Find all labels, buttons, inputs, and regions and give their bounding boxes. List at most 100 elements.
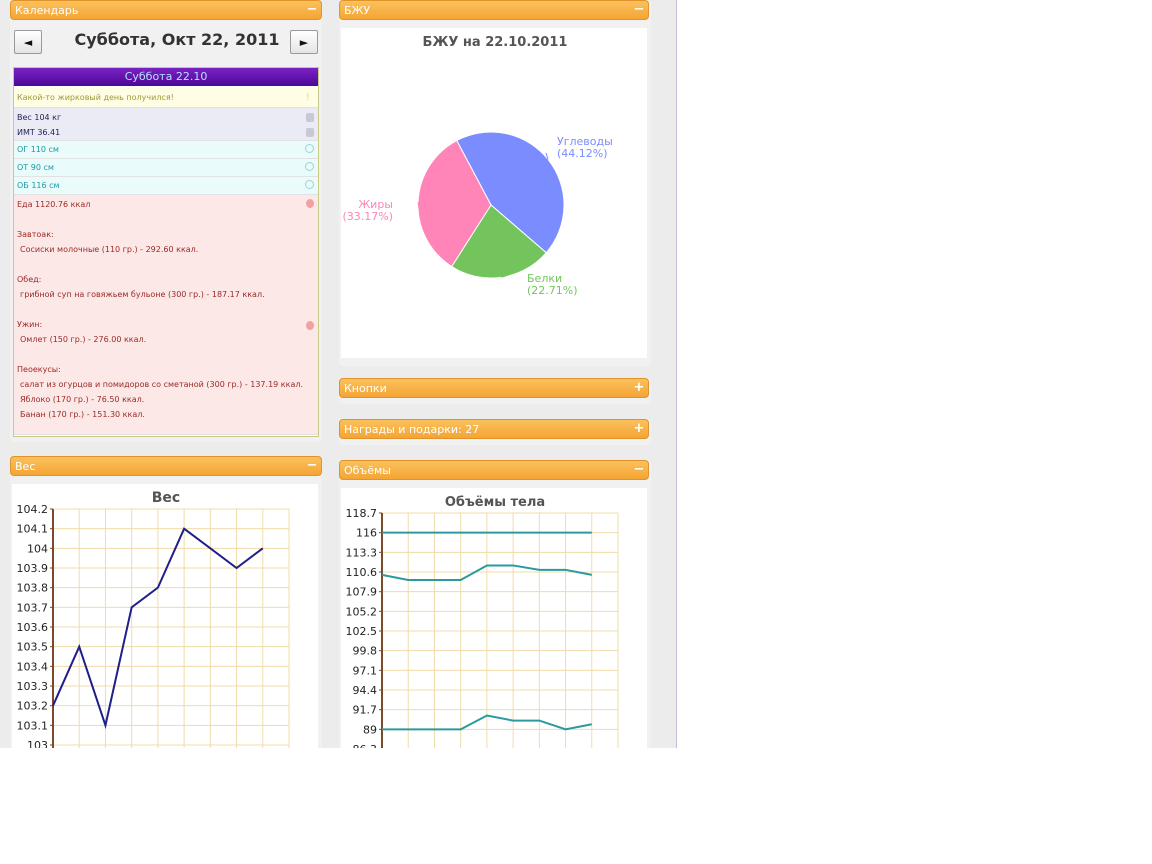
chart-grid	[381, 512, 619, 748]
awards-header-title: Награды и подарки: 27	[344, 423, 480, 436]
y-tick-label: 103.8	[17, 582, 49, 595]
y-tick-label: 103.4	[17, 660, 49, 673]
tape-icon	[305, 180, 314, 189]
scale-icon	[306, 128, 314, 137]
volumes-line-chart: Объёмы тела 118.7 116 113.3 110.6 107.9 105.2…	[346, 495, 619, 748]
expand-icon[interactable]: +	[633, 422, 645, 435]
og-text: ОГ 110 см	[17, 145, 59, 154]
apple-icon	[306, 199, 314, 208]
mood-row[interactable]: Какой-то жирковый день получился! !	[14, 88, 318, 108]
y-tick-label: 105.2	[346, 605, 378, 618]
y-tick-label: 113.3	[346, 546, 378, 559]
y-tick-label: 107.9	[346, 586, 378, 599]
dashboard: Календарь − ◄ Суббота, Окт 22, 2011 ► Су…	[0, 0, 677, 748]
y-tick-label: 103.9	[17, 562, 49, 575]
food-item: Банан (170 гр.) - 151.30 ккал.	[20, 410, 145, 419]
y-tick-label: 110.6	[346, 566, 378, 579]
calendar-date-title: Суббота, Окт 22, 2011	[74, 30, 280, 49]
ob-text: ОБ 116 см	[17, 181, 60, 190]
bju-header[interactable]: БЖУ −	[339, 0, 649, 20]
tape-icon	[305, 144, 314, 153]
y-tick-label: 103.1	[17, 719, 49, 732]
y-tick-label: 104.2	[17, 503, 49, 516]
y-tick-label: 103.3	[17, 680, 49, 693]
bju-header-title: БЖУ	[344, 4, 371, 17]
calendar-header[interactable]: Календарь −	[10, 0, 322, 20]
weight-chart-title: Вес	[152, 490, 180, 506]
y-tick-label: 99.8	[353, 645, 378, 658]
awards-header[interactable]: Награды и подарки: 27 +	[339, 419, 649, 439]
weight-line: Вес 104 кг	[17, 110, 318, 125]
buttons-header[interactable]: Кнопки +	[339, 378, 649, 398]
y-tick-label: 97.1	[353, 664, 378, 677]
y-tick-label: 118.7	[346, 507, 378, 520]
pie-slice-percent: (44.12%)	[557, 147, 608, 160]
bju-pie-chart: БЖУ на 22.10.2011 Углеводы(44.12%)Белки(…	[342, 35, 612, 297]
ot-text: ОТ 90 см	[17, 163, 54, 172]
volumes-chart-panel: Объёмы тела 118.7 116 113.3 110.6 107.9 105.2…	[341, 488, 647, 748]
exclamation-icon: !	[306, 93, 310, 103]
volumes-header[interactable]: Объёмы −	[339, 460, 649, 480]
y-tick-label: 104	[27, 542, 48, 555]
y-tick-label: 86.3	[353, 743, 378, 748]
y-tick-label: 103.5	[17, 641, 49, 654]
collapse-icon[interactable]: −	[633, 3, 645, 16]
apple-icon	[306, 321, 314, 330]
y-tick-label: 116	[356, 527, 377, 540]
bju-widget: БЖУ − БЖУ на 22.10.2011 Углеводы (44.12%)…	[339, 0, 651, 366]
awards-widget: Награды и подарки: 27 +	[339, 419, 651, 445]
og-row[interactable]: ОГ 110 см	[14, 141, 318, 159]
ot-row[interactable]: ОТ 90 см	[14, 159, 318, 177]
collapse-icon[interactable]: −	[306, 459, 318, 472]
weight-header[interactable]: Вес −	[10, 456, 322, 476]
bju-chart-panel: БЖУ на 22.10.2011 Углеводы (44.12%) Белки(…	[341, 28, 647, 358]
next-day-button[interactable]: ►	[290, 30, 318, 54]
lunch-title: Обед:	[17, 275, 42, 284]
y-tick-label: 104.1	[17, 523, 49, 536]
breakfast-title: Завтоак:	[17, 230, 54, 239]
food-item: Сосиски молочные (110 гр.) - 292.60 ккал…	[20, 245, 199, 254]
weight-line-chart: Вес 104.2 104.1 104 103.9 103.8 103.7 103.6 103…	[17, 490, 290, 748]
pie-slice-percent: (22.71%)	[527, 284, 578, 297]
body-stats[interactable]: Вес 104 кг ИМТ 36.41	[14, 108, 318, 141]
ob-row[interactable]: ОБ 116 см	[14, 177, 318, 195]
bju-chart-title: БЖУ на 22.10.2011	[423, 35, 568, 50]
weight-widget: Вес − Вес 104.2 104.1 104 103.9 103.8 103.7 10…	[10, 456, 322, 748]
food-total: Еда 1120.76 ккал	[17, 197, 318, 212]
y-tick-label: 103.2	[17, 700, 49, 713]
chart-grid	[52, 508, 290, 748]
y-tick-label: 91.7	[353, 704, 378, 717]
weight-header-title: Вес	[15, 460, 36, 473]
y-tick-label: 103.6	[17, 621, 49, 634]
food-item: салат из огурцов и помидоров со сметаной…	[20, 380, 304, 389]
collapse-icon[interactable]: −	[633, 463, 645, 476]
y-tick-label: 94.4	[353, 684, 378, 697]
day-header[interactable]: Суббота 22.10	[14, 68, 318, 86]
dinner-line: Ужин:	[17, 317, 318, 332]
prev-day-button[interactable]: ◄	[14, 30, 42, 54]
y-tick-label: 89	[363, 723, 377, 736]
weight-chart-panel: Вес 104.2 104.1 104 103.9 103.8 103.7 103.6 103…	[12, 484, 318, 748]
bmi-text: ИМТ 36.41	[17, 128, 61, 137]
food-item: Омлет (150 гр.) - 276.00 ккал.	[20, 335, 147, 344]
tape-icon	[305, 162, 314, 171]
food-item: Яблоко (170 гр.) - 76.50 ккал.	[20, 395, 145, 404]
buttons-header-title: Кнопки	[344, 382, 387, 395]
volumes-chart-title: Объёмы тела	[445, 495, 545, 510]
expand-icon[interactable]: +	[633, 381, 645, 394]
calendar-header-title: Календарь	[15, 4, 79, 17]
food-list[interactable]: Еда 1120.76 ккал Завтоак: Сосиски молочн…	[14, 195, 318, 435]
pie-slice-percent: (33.17%)	[342, 210, 393, 223]
weight-text: Вес 104 кг	[17, 113, 62, 122]
day-summary: Суббота 22.10 Какой-то жирковый день пол…	[13, 67, 319, 437]
mood-text: Какой-то жирковый день получился!	[17, 93, 174, 102]
y-tick-label: 103.7	[17, 601, 49, 614]
volumes-widget: Объёмы − Объёмы тела 118.7 116 113.3 110.6 1…	[339, 460, 651, 748]
scale-icon	[306, 113, 314, 122]
bmi-line: ИМТ 36.41	[17, 125, 318, 140]
collapse-icon[interactable]: −	[306, 3, 318, 16]
volumes-header-title: Объёмы	[344, 464, 391, 477]
